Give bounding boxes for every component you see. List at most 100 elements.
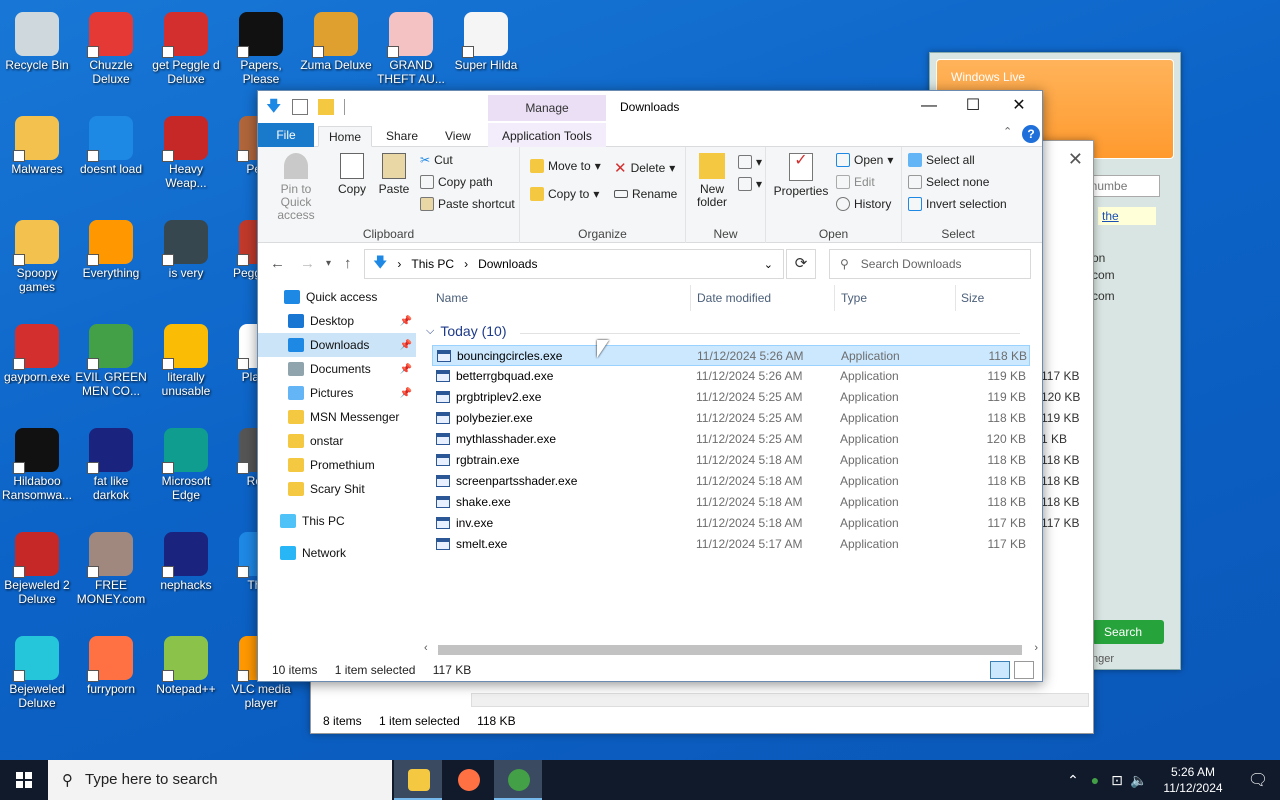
desktop-icon[interactable]: nephacks	[149, 526, 223, 592]
copy-path-button[interactable]: Copy path	[420, 175, 493, 189]
desktop-icon[interactable]: Everything	[74, 214, 148, 280]
column-separator[interactable]	[690, 285, 691, 311]
select-none-button[interactable]: Select none	[908, 175, 989, 189]
taskbar-firefox[interactable]	[444, 760, 492, 800]
details-view-icon[interactable]	[990, 661, 1010, 679]
properties-icon[interactable]	[292, 99, 308, 115]
history-button[interactable]: History	[836, 197, 891, 211]
pin-icon[interactable]: 📌	[400, 388, 412, 399]
desktop-icon[interactable]: EVIL GREEN MEN CO...	[74, 318, 148, 398]
msn-search-button[interactable]: Search	[1092, 620, 1164, 644]
properties-button[interactable]: ✓ Properties	[770, 153, 832, 198]
column-separator[interactable]	[834, 285, 835, 311]
new-folder-icon[interactable]	[318, 99, 334, 115]
desktop-icon[interactable]: doesnt load	[74, 110, 148, 176]
desktop-icon[interactable]: literally unusable	[149, 318, 223, 398]
column-separator[interactable]	[955, 285, 956, 311]
file-row[interactable]: bouncingcircles.exe 11/12/2024 5:26 AM App…	[432, 345, 1030, 366]
copy-to-button[interactable]: Copy to ▾	[530, 187, 599, 201]
chevron-up-icon[interactable]: ⌃	[1062, 772, 1084, 789]
group-header[interactable]: ⌵ Today (10)	[426, 323, 507, 339]
close-icon[interactable]: ✕	[1068, 149, 1083, 170]
start-button[interactable]	[0, 760, 48, 800]
tab-share[interactable]: Share	[376, 126, 428, 147]
nav-item[interactable]: onstar	[258, 429, 416, 453]
desktop-icon[interactable]: Microsoft Edge	[149, 422, 223, 502]
refresh-button[interactable]: ⟳	[786, 249, 816, 279]
back-arrow-icon[interactable]: ←	[270, 255, 285, 272]
file-row[interactable]: inv.exe 11/12/2024 5:18 AM Application 117 …	[432, 513, 1030, 534]
tab-application-tools[interactable]: Application Tools	[492, 126, 602, 147]
rename-button[interactable]: Rename	[614, 187, 677, 201]
desktop-icon[interactable]: Zuma Deluxe	[299, 6, 373, 72]
column-header-size[interactable]: Size	[961, 291, 984, 305]
nav-item[interactable]: Scary Shit	[258, 477, 416, 501]
pin-icon[interactable]: 📌	[400, 340, 412, 351]
chevron-up-icon[interactable]: ⌃	[1003, 125, 1012, 138]
manage-tab[interactable]: Manage	[488, 95, 606, 121]
desktop-icon[interactable]: Malwares	[0, 110, 74, 176]
address-dropdown-icon[interactable]: ⌄	[764, 258, 773, 271]
recent-chevron-icon[interactable]: ▾	[326, 258, 331, 269]
nav-item[interactable]: Documents 📌	[258, 357, 416, 381]
open-button[interactable]: Open ▾	[836, 153, 893, 167]
volume-icon[interactable]: 🔈	[1128, 772, 1150, 789]
copy-button[interactable]: Copy	[332, 153, 372, 196]
large-icons-view-icon[interactable]	[1014, 661, 1034, 679]
pin-icon[interactable]: 📌	[400, 316, 412, 327]
cut-button[interactable]: ✂ Cut	[420, 153, 453, 167]
paste-shortcut-button[interactable]: Paste shortcut	[420, 197, 515, 211]
column-header-date[interactable]: Date modified	[697, 291, 771, 305]
taskbar-file-explorer[interactable]	[394, 760, 442, 800]
desktop-icon[interactable]: gayporn.exe	[0, 318, 74, 384]
breadcrumb-downloads[interactable]: Downloads	[478, 257, 537, 271]
desktop-icon[interactable]: Notepad++	[149, 630, 223, 696]
file-row[interactable]: polybezier.exe 11/12/2024 5:25 AM Applicat…	[432, 408, 1030, 429]
desktop-icon[interactable]: is very	[149, 214, 223, 280]
desktop-icon[interactable]: Bejeweled Deluxe	[0, 630, 74, 710]
file-row[interactable]: screenpartsshader.exe 11/12/2024 5:18 AM A…	[432, 471, 1030, 492]
desktop-icon[interactable]: Bejeweled 2 Deluxe	[0, 526, 74, 606]
file-row[interactable]: rgbtrain.exe 11/12/2024 5:18 AM Applicatio…	[432, 450, 1030, 471]
file-row[interactable]: betterrgbquad.exe 11/12/2024 5:26 AM Appli…	[432, 366, 1030, 387]
move-to-button[interactable]: Move to ▾	[530, 159, 601, 173]
msn-link[interactable]: the	[1098, 207, 1156, 225]
explorer-window[interactable]: 🡇 Manage Downloads — ☐ ✕ File Home Share…	[257, 90, 1043, 682]
paste-button[interactable]: Paste	[374, 153, 414, 196]
msn-tray-icon[interactable]: ●	[1084, 772, 1106, 788]
pin-icon[interactable]: 📌	[400, 364, 412, 375]
invert-selection-button[interactable]: Invert selection	[908, 197, 1007, 211]
horizontal-scrollbar[interactable]	[471, 693, 1089, 707]
clock[interactable]: 5:26 AM 11/12/2024	[1150, 764, 1236, 796]
horizontal-scrollbar[interactable]: ‹ ›	[420, 641, 1042, 659]
title-bar[interactable]: 🡇 Manage Downloads — ☐ ✕	[258, 91, 1042, 123]
nav-item[interactable]: Desktop 📌	[258, 309, 416, 333]
desktop-icon[interactable]: GRAND THEFT AU...	[374, 6, 448, 86]
tab-home[interactable]: Home	[318, 126, 373, 147]
scrollbar-thumb[interactable]	[438, 645, 1022, 655]
desktop-icon[interactable]: Heavy Weap...	[149, 110, 223, 190]
address-bar[interactable]: 🡇 › This PC › Downloads ⌄	[364, 249, 784, 279]
easy-access-button[interactable]: ▾	[738, 177, 762, 191]
tab-file[interactable]: File	[258, 123, 314, 147]
nav-item[interactable]: Network	[258, 541, 416, 565]
new-item-button[interactable]: ▾	[738, 155, 762, 169]
help-icon[interactable]: ?	[1022, 125, 1040, 143]
network-icon[interactable]: ⊡	[1106, 772, 1128, 789]
desktop-icon[interactable]: Super Hilda	[449, 6, 523, 72]
desktop-icon[interactable]: Chuzzle Deluxe	[74, 6, 148, 86]
file-row[interactable]: smelt.exe 11/12/2024 5:17 AM Application 11…	[432, 534, 1030, 555]
forward-arrow-icon[interactable]: →	[300, 255, 315, 272]
desktop-icon[interactable]: Spoopy games	[0, 214, 74, 294]
breadcrumb-this-pc[interactable]: This PC	[411, 257, 454, 271]
pin-button[interactable]: Pin to Quick access	[264, 153, 328, 222]
column-header-name[interactable]: Name	[436, 291, 468, 305]
nav-item[interactable]: Downloads 📌	[258, 333, 416, 357]
scroll-right-icon[interactable]: ›	[1034, 642, 1038, 654]
desktop-icon[interactable]: FREE MONEY.com	[74, 526, 148, 606]
desktop-icon[interactable]: Papers, Please	[224, 6, 298, 86]
desktop-icon[interactable]: Hildaboo Ransomwa...	[0, 422, 74, 502]
nav-item[interactable]: This PC	[258, 509, 416, 533]
nav-item[interactable]: Promethium	[258, 453, 416, 477]
file-row[interactable]: shake.exe 11/12/2024 5:18 AM Application 11…	[432, 492, 1030, 513]
